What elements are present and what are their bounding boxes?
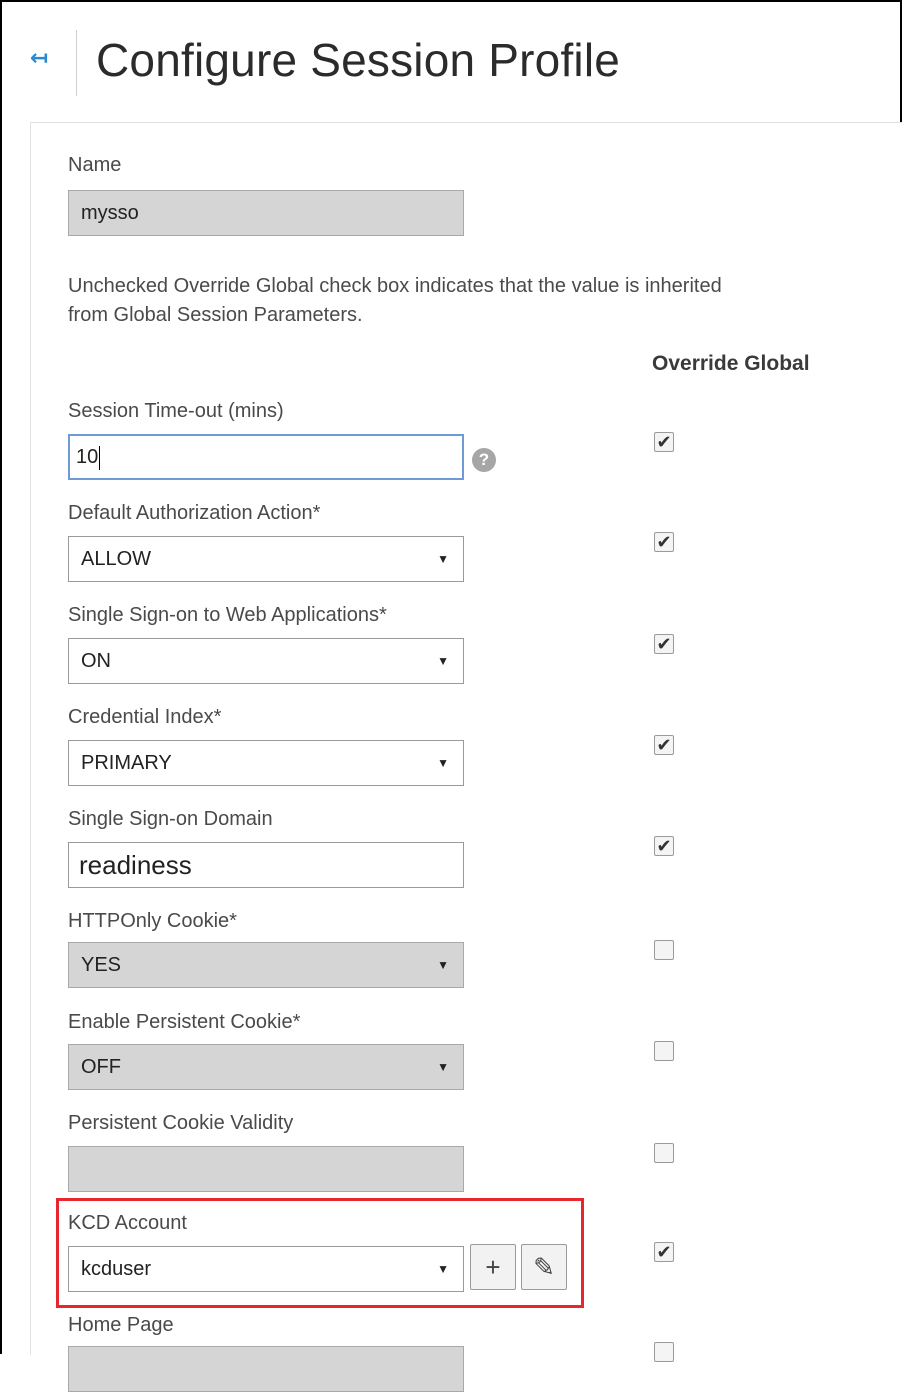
- override-checkbox-persistent-cookie-validity[interactable]: [654, 1143, 674, 1163]
- chevron-down-icon: ▼: [437, 958, 449, 972]
- override-checkbox-session-timeout[interactable]: ✔: [654, 432, 674, 452]
- check-icon: ✔: [656, 634, 672, 654]
- override-checkbox-sso-web-applications[interactable]: ✔: [654, 634, 674, 654]
- edit-kcd-account-button[interactable]: ✎: [521, 1244, 567, 1290]
- persistent-cookie-validity-label: Persistent Cookie Validity: [68, 1112, 294, 1134]
- home-page-input: [68, 1346, 464, 1392]
- sso-web-applications-label: Single Sign-on to Web Applications*: [68, 604, 387, 626]
- persistent-cookie-select: OFF ▼: [68, 1044, 464, 1090]
- credential-index-value: PRIMARY: [81, 752, 172, 774]
- header-divider: [76, 30, 77, 96]
- sso-domain-label: Single Sign-on Domain: [68, 808, 273, 830]
- sso-web-applications-select[interactable]: ON ▼: [68, 638, 464, 684]
- override-checkbox-kcd-account[interactable]: ✔: [654, 1242, 674, 1262]
- pencil-icon: ✎: [533, 1252, 555, 1282]
- chevron-down-icon: ▼: [437, 1262, 449, 1276]
- credential-index-select[interactable]: PRIMARY ▼: [68, 740, 464, 786]
- plus-icon: +: [485, 1252, 501, 1282]
- back-arrow-icon[interactable]: ↤: [30, 46, 54, 70]
- override-global-header: Override Global: [652, 352, 810, 375]
- override-global-note: Unchecked Override Global check box indi…: [68, 275, 722, 326]
- override-checkbox-credential-index[interactable]: ✔: [654, 735, 674, 755]
- session-timeout-value: 10: [76, 446, 99, 468]
- name-input: mysso: [68, 190, 464, 236]
- httponly-cookie-select: YES ▼: [68, 942, 464, 988]
- add-kcd-account-button[interactable]: +: [470, 1244, 516, 1290]
- override-checkbox-default-authorization-action[interactable]: ✔: [654, 532, 674, 552]
- httponly-cookie-label: HTTPOnly Cookie*: [68, 910, 237, 932]
- home-page-label: Home Page: [68, 1314, 174, 1336]
- name-label: Name: [68, 154, 122, 176]
- kcd-account-label: KCD Account: [68, 1212, 187, 1234]
- persistent-cookie-value: OFF: [81, 1056, 121, 1078]
- override-checkbox-home-page[interactable]: [654, 1342, 674, 1362]
- chevron-down-icon: ▼: [437, 654, 449, 668]
- default-authorization-action-select[interactable]: ALLOW ▼: [68, 536, 464, 582]
- chevron-down-icon: ▼: [437, 552, 449, 566]
- default-authorization-action-label: Default Authorization Action*: [68, 502, 321, 524]
- check-icon: ✔: [656, 1242, 672, 1262]
- text-caret: [99, 445, 101, 470]
- httponly-cookie-value: YES: [81, 954, 122, 976]
- sso-web-applications-value: ON: [81, 650, 111, 672]
- persistent-cookie-label: Enable Persistent Cookie*: [68, 1011, 301, 1033]
- session-timeout-label: Session Time-out (mins): [68, 400, 284, 422]
- page-title: Configure Session Profile: [96, 34, 621, 86]
- session-timeout-input[interactable]: 10: [68, 434, 464, 480]
- chevron-down-icon: ▼: [437, 1060, 449, 1074]
- check-icon: ✔: [656, 836, 672, 856]
- override-checkbox-sso-domain[interactable]: ✔: [654, 836, 674, 856]
- default-authorization-action-value: ALLOW: [81, 548, 152, 570]
- override-checkbox-httponly-cookie[interactable]: [654, 940, 674, 960]
- credential-index-label: Credential Index*: [68, 706, 222, 728]
- check-icon: ✔: [656, 735, 672, 755]
- persistent-cookie-validity-input: [68, 1146, 464, 1192]
- check-icon: ✔: [656, 532, 672, 552]
- sso-domain-input[interactable]: readiness: [68, 842, 464, 888]
- check-icon: ✔: [656, 432, 672, 452]
- override-checkbox-persistent-cookie[interactable]: [654, 1041, 674, 1061]
- kcd-account-select[interactable]: kcduser ▼: [68, 1246, 464, 1292]
- help-icon[interactable]: ?: [472, 448, 496, 472]
- kcd-account-value: kcduser: [81, 1258, 152, 1280]
- chevron-down-icon: ▼: [437, 756, 449, 770]
- page-header: ↤ Configure Session Profile: [0, 0, 902, 120]
